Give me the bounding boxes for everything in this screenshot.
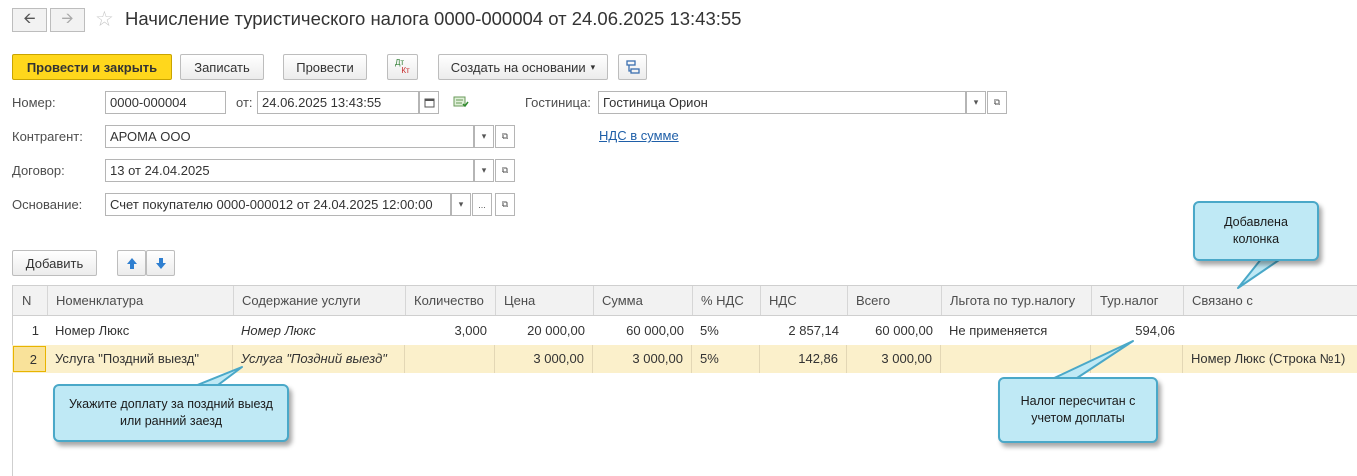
callout-recalculated: Налог пересчитан с учетом доплаты [998,377,1158,443]
callout-added-column: Добавлена колонка [1193,201,1319,261]
callout-surcharge: Укажите доплату за поздний выезд или ран… [53,384,289,442]
pointer-recalculated [1049,340,1134,381]
pointer-added-column [1237,257,1283,289]
